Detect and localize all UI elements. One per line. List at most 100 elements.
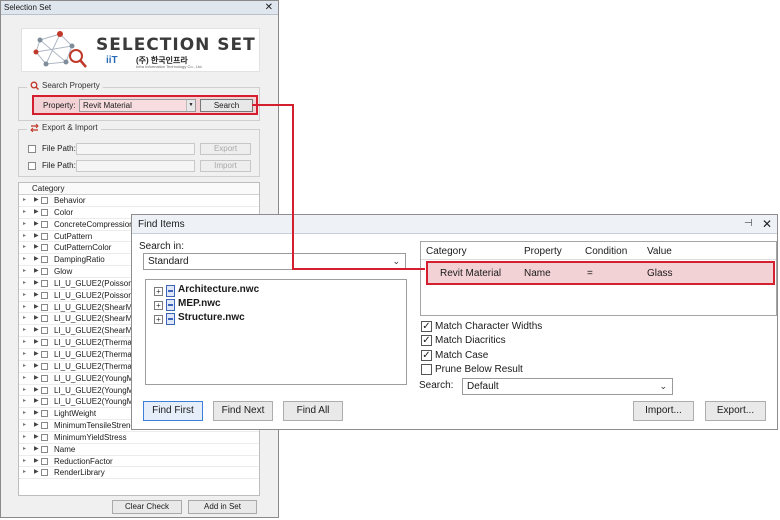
expand-arrow-icon[interactable]: ▶ xyxy=(34,385,39,396)
category-row[interactable]: ▸ ▶ Name xyxy=(19,444,259,456)
property-select[interactable]: Revit Material ▼ xyxy=(79,99,196,112)
close-icon[interactable]: ✕ xyxy=(762,217,772,231)
connector-line xyxy=(292,104,294,270)
find-conditions-table[interactable]: Category Property Condition Value Revit … xyxy=(420,241,777,316)
export-button[interactable]: Export xyxy=(200,143,251,155)
expand-arrow-icon[interactable]: ▶ xyxy=(34,325,39,336)
category-checkbox[interactable] xyxy=(41,386,48,394)
category-checkbox[interactable] xyxy=(41,279,48,287)
category-row[interactable]: ▸ ▶ ReductionFactor xyxy=(19,456,259,468)
category-checkbox[interactable] xyxy=(41,268,48,276)
expand-arrow-icon[interactable]: ▶ xyxy=(34,290,39,301)
category-checkbox[interactable] xyxy=(41,350,48,358)
condition-row[interactable]: Revit Material Name = Glass xyxy=(426,261,775,285)
expand-arrow-icon[interactable]: ▶ xyxy=(34,254,39,265)
expand-arrow-icon[interactable]: ▶ xyxy=(34,242,39,253)
expand-arrow-icon[interactable]: ▶ xyxy=(34,420,39,431)
category-checkbox[interactable] xyxy=(41,315,48,323)
category-checkbox[interactable] xyxy=(41,469,48,477)
expand-arrow-icon[interactable]: ▶ xyxy=(34,337,39,348)
category-checkbox[interactable] xyxy=(41,398,48,406)
logo-title: SELECTION SET xyxy=(96,35,256,55)
transfer-icon xyxy=(30,123,39,132)
category-checkbox[interactable] xyxy=(41,256,48,264)
find-first-button[interactable]: Find First xyxy=(143,401,203,421)
category-checkbox[interactable] xyxy=(41,457,48,465)
expand-arrow-icon[interactable]: ▶ xyxy=(34,361,39,372)
category-checkbox[interactable] xyxy=(41,208,48,216)
expand-icon[interactable]: + xyxy=(154,287,163,296)
expand-arrow-icon[interactable]: ▶ xyxy=(34,302,39,313)
import-button[interactable]: Import... xyxy=(633,401,694,421)
category-name: LI_U_GLUE2(PoissonM xyxy=(54,278,140,288)
expand-arrow-icon[interactable]: ▶ xyxy=(34,278,39,289)
category-name: ReductionFactor xyxy=(54,456,113,466)
expand-arrow-icon[interactable]: ▶ xyxy=(34,432,39,443)
category-row[interactable]: ▸ ▶ Behavior xyxy=(19,195,259,207)
expand-arrow-icon[interactable]: ▶ xyxy=(34,408,39,419)
condition-property: Name xyxy=(524,268,551,279)
row-marker-icon: ▸ xyxy=(23,232,27,239)
category-row[interactable]: ▸ ▶ RenderLibrary xyxy=(19,467,259,480)
category-row[interactable]: ▸ ▶ MinimumYieldStress xyxy=(19,432,259,444)
checkbox-checked[interactable]: ✓ xyxy=(421,335,432,346)
row-marker-icon: ▸ xyxy=(23,244,27,251)
expand-arrow-icon[interactable]: ▶ xyxy=(34,231,39,242)
row-marker-icon: ▸ xyxy=(23,457,27,464)
import-file-path-input[interactable] xyxy=(76,160,195,172)
category-checkbox[interactable] xyxy=(41,220,48,228)
category-name: LI_U_GLUE2(ThermalE xyxy=(54,349,139,359)
add-in-set-button[interactable]: Add in Set xyxy=(188,500,257,514)
expand-arrow-icon[interactable]: ▶ xyxy=(34,313,39,324)
row-marker-icon: ▸ xyxy=(23,220,27,227)
checkbox-checked[interactable]: ✓ xyxy=(421,350,432,361)
category-checkbox[interactable] xyxy=(41,433,48,441)
checkbox-unchecked[interactable] xyxy=(421,364,432,375)
export-file-path-input[interactable] xyxy=(76,143,195,155)
tree-item-label: Architecture.nwc xyxy=(178,284,260,295)
category-checkbox[interactable] xyxy=(41,197,48,204)
category-checkbox[interactable] xyxy=(41,422,48,430)
category-checkbox[interactable] xyxy=(41,445,48,453)
pin-icon[interactable]: ⊣ xyxy=(744,218,753,229)
category-checkbox[interactable] xyxy=(41,374,48,382)
checkbox-checked[interactable]: ✓ xyxy=(421,321,432,332)
category-checkbox[interactable] xyxy=(41,232,48,240)
category-checkbox[interactable] xyxy=(41,410,48,418)
expand-arrow-icon[interactable]: ▶ xyxy=(34,444,39,455)
expand-arrow-icon[interactable]: ▶ xyxy=(34,195,39,206)
expand-arrow-icon[interactable]: ▶ xyxy=(34,349,39,360)
category-name: Glow xyxy=(54,267,73,277)
category-checkbox[interactable] xyxy=(41,327,48,335)
model-tree[interactable]: + Architecture.nwc + MEP.nwc + Structure… xyxy=(145,279,407,385)
export-import-label: Export & Import xyxy=(42,123,98,132)
category-checkbox[interactable] xyxy=(41,339,48,347)
find-next-button[interactable]: Find Next xyxy=(213,401,273,421)
category-checkbox[interactable] xyxy=(41,244,48,252)
close-icon[interactable]: ✕ xyxy=(265,1,273,15)
import-checkbox[interactable] xyxy=(28,162,36,170)
category-checkbox[interactable] xyxy=(41,362,48,370)
chevron-down-icon: ▼ xyxy=(186,100,195,111)
import-button[interactable]: Import xyxy=(200,160,251,172)
category-checkbox[interactable] xyxy=(41,291,48,299)
expand-arrow-icon[interactable]: ▶ xyxy=(34,266,39,277)
category-checkbox[interactable] xyxy=(41,303,48,311)
search-button[interactable]: Search xyxy=(200,99,253,112)
expand-arrow-icon[interactable]: ▶ xyxy=(34,373,39,384)
expand-arrow-icon[interactable]: ▶ xyxy=(34,396,39,407)
category-name: LI_U_GLUE2(PoissonM xyxy=(54,290,140,300)
category-name: LI_U_GLUE2(YoungMo xyxy=(54,385,138,395)
expand-arrow-icon[interactable]: ▶ xyxy=(34,207,39,218)
export-checkbox[interactable] xyxy=(28,145,36,153)
row-marker-icon: ▸ xyxy=(23,433,27,440)
expand-icon[interactable]: + xyxy=(154,315,163,324)
clear-check-button[interactable]: Clear Check xyxy=(112,500,182,514)
find-all-button[interactable]: Find All xyxy=(283,401,343,421)
export-button[interactable]: Export... xyxy=(705,401,766,421)
expand-arrow-icon[interactable]: ▶ xyxy=(34,219,39,230)
expand-icon[interactable]: + xyxy=(154,301,163,310)
expand-arrow-icon[interactable]: ▶ xyxy=(34,456,39,467)
expand-arrow-icon[interactable]: ▶ xyxy=(34,467,39,478)
search-mode-select[interactable]: Default ⌄ xyxy=(462,378,673,395)
